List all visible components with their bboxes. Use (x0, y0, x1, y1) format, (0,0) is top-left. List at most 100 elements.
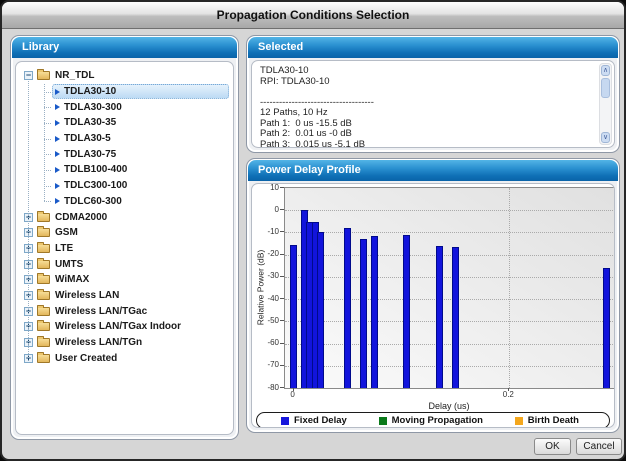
tree-item-tdla30-300[interactable]: TDLA30-300 (16, 99, 233, 115)
vertical-scrollbar[interactable]: ∧ ∨ (599, 63, 612, 145)
tree-item-label: NR_TDL (55, 70, 94, 81)
scrollbar-thumb[interactable] (601, 78, 610, 98)
tree-item-gsm[interactable]: +GSM (16, 225, 233, 241)
selected-panel-body: TDLA30-10 RPI: TDLA30-10 ---------------… (251, 60, 615, 148)
y-tick-label: 0 (252, 205, 279, 214)
scroll-down-icon[interactable]: ∨ (601, 132, 610, 143)
tree-item-tdlc60-300[interactable]: TDLC60-300 (16, 194, 233, 210)
tree-item-user-created[interactable]: + User Created (16, 350, 233, 366)
tree-item-tdla30-75[interactable]: TDLA30-75 (16, 146, 233, 162)
expand-icon[interactable]: + (24, 228, 33, 237)
library-panel-header: Library (12, 37, 237, 58)
tree-item-label: TDLA30-35 (64, 117, 116, 128)
y-tick-label: -20 (252, 249, 279, 258)
x-axis-title: Delay (us) (284, 401, 614, 411)
tree-item-label: Wireless LAN/TGn (55, 337, 142, 348)
tree-item-tdla30-10[interactable]: TDLA30-10 (16, 84, 233, 100)
tree-item-row-highlight: TDLC60-300 (52, 194, 229, 209)
pdp-bar (436, 246, 443, 388)
y-gridline (285, 210, 615, 211)
pdp-panel-title: Power Delay Profile (258, 164, 361, 176)
tree-item-row-highlight: TDLB100-400 (52, 162, 229, 177)
y-tick-mark (280, 187, 284, 188)
leaf-arrow-icon (55, 89, 60, 95)
expand-icon[interactable]: + (24, 354, 33, 363)
collapse-icon[interactable]: − (24, 71, 33, 80)
y-tick-mark (280, 231, 284, 232)
power-delay-profile-panel: Power Delay Profile Relative Power (dB) … (246, 158, 620, 433)
tree-item-lte[interactable]: +LTE (16, 241, 233, 257)
expand-icon[interactable]: + (24, 244, 33, 253)
tree-item-umts[interactable]: +UMTS (16, 256, 233, 272)
tree-item-label: TDLA30-75 (64, 149, 116, 160)
folder-icon (37, 354, 50, 363)
expand-icon[interactable]: + (24, 275, 33, 284)
legend-label: Moving Propagation (392, 415, 483, 426)
folder-icon (37, 291, 50, 300)
library-panel-title: Library (22, 41, 59, 53)
expand-icon[interactable]: + (24, 338, 33, 347)
tree-item-label: TDLA30-300 (64, 102, 122, 113)
y-tick-label: -70 (252, 360, 279, 369)
dialog-title-bar: Propagation Conditions Selection (2, 2, 624, 29)
tree-item-label: TDLB100-400 (64, 164, 127, 175)
scroll-up-icon[interactable]: ∧ (601, 65, 610, 76)
tree-item-label: TDLC60-300 (64, 196, 122, 207)
pdp-bar (371, 236, 378, 388)
pdp-legend: Fixed DelayMoving PropagationBirth Death (256, 412, 610, 428)
selected-panel-header: Selected (248, 37, 618, 58)
tree-item-label: TDLC300-100 (64, 180, 127, 191)
pdp-bar (603, 268, 610, 388)
tree-item-nr-tdl[interactable]: − NR_TDL (16, 68, 233, 84)
tree-item-tdlc300-100[interactable]: TDLC300-100 (16, 178, 233, 194)
expand-icon[interactable]: + (24, 322, 33, 331)
cancel-button[interactable]: Cancel (576, 438, 622, 455)
legend-item-moving-propagation: Moving Propagation (379, 415, 483, 426)
expand-icon[interactable]: + (24, 291, 33, 300)
tree-item-row-highlight: TDLA30-35 (52, 115, 229, 130)
y-tick-label: -40 (252, 294, 279, 303)
tree-item-wimax[interactable]: +WiMAX (16, 272, 233, 288)
expand-icon[interactable]: + (24, 307, 33, 316)
tree-item-label: Wireless LAN/TGax Indoor (55, 321, 181, 332)
tree-item-wireless-lan[interactable]: +Wireless LAN (16, 288, 233, 304)
leaf-arrow-icon (55, 120, 60, 126)
tree-item-row-highlight: TDLA30-10 (52, 84, 229, 99)
propagation-conditions-dialog: Propagation Conditions Selection Library… (0, 0, 626, 461)
tree-item-tdlb100-400[interactable]: TDLB100-400 (16, 162, 233, 178)
screen: Propagation Conditions Selection Library… (0, 0, 626, 461)
tree-item-label: User Created (55, 353, 117, 364)
y-gridline (285, 255, 615, 256)
folder-icon (37, 275, 50, 284)
tree-item-wireless-lan-tgac[interactable]: +Wireless LAN/TGac (16, 303, 233, 319)
folder-icon (37, 213, 50, 222)
leaf-arrow-icon (55, 198, 60, 204)
pdp-chart-area: Relative Power (dB) Delay (us) Fixed Del… (252, 184, 614, 427)
tree-item-wireless-lan-tgax-indoor[interactable]: + Wireless LAN/TGax Indoor (16, 319, 233, 335)
pdp-bar (290, 245, 297, 388)
legend-swatch-icon (515, 417, 523, 425)
legend-label: Birth Death (528, 415, 579, 426)
pdp-bar (344, 228, 351, 388)
pdp-bar (403, 235, 410, 388)
folder-icon (37, 338, 50, 347)
y-tick-mark (280, 387, 284, 388)
tree-item-wireless-lan-tgn[interactable]: + Wireless LAN/TGn (16, 335, 233, 351)
tree-item-cdma2000[interactable]: +CDMA2000 (16, 209, 233, 225)
dialog-title: Propagation Conditions Selection (217, 8, 410, 22)
selected-text: TDLA30-10 RPI: TDLA30-10 ---------------… (252, 61, 596, 147)
x-tick-label: 0.2 (493, 390, 523, 399)
expand-icon[interactable]: + (24, 260, 33, 269)
legend-swatch-icon (281, 417, 289, 425)
folder-icon (37, 260, 50, 269)
tree-item-tdla30-5[interactable]: TDLA30-5 (16, 131, 233, 147)
legend-item-birth-death: Birth Death (515, 415, 579, 426)
library-tree: − NR_TDL TDLA30-10 TDLA30-300 TDLA30-35 TDLA3… (16, 62, 233, 434)
expand-icon[interactable]: + (24, 213, 33, 222)
leaf-arrow-icon (55, 167, 60, 173)
ok-button[interactable]: OK (534, 438, 571, 455)
y-tick-label: -30 (252, 271, 279, 280)
tree-item-tdla30-35[interactable]: TDLA30-35 (16, 115, 233, 131)
y-tick-mark (280, 343, 284, 344)
tree-item-row-highlight: TDLC300-100 (52, 178, 229, 193)
